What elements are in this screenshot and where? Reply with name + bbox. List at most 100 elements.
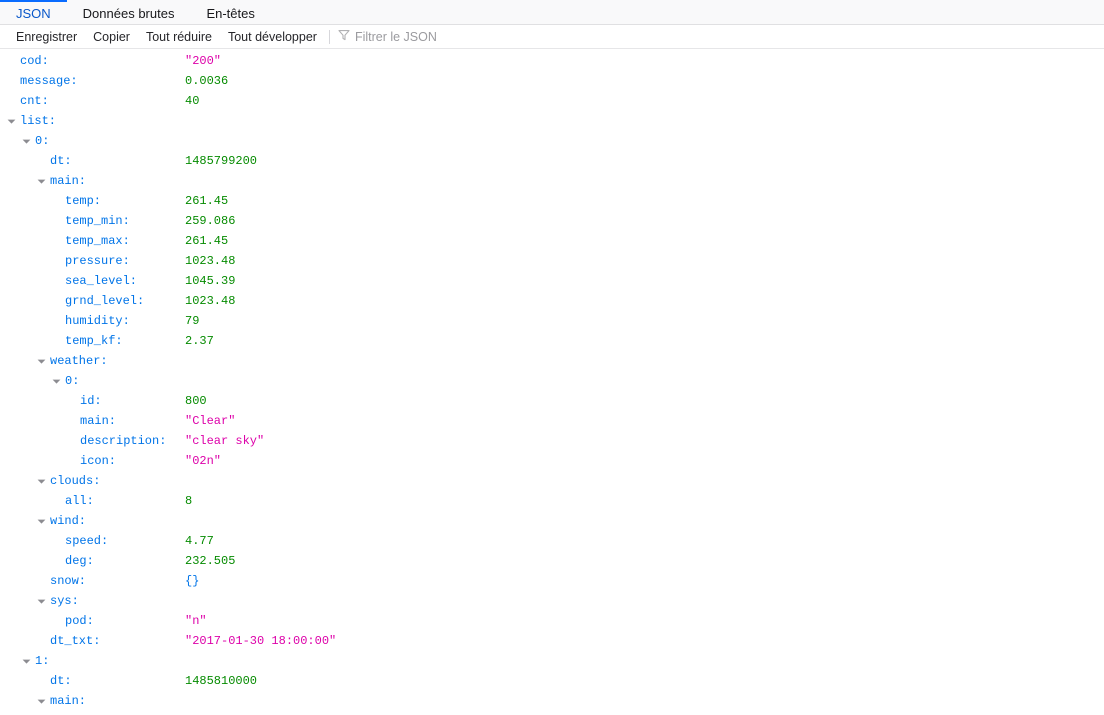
json-key: speed: (65, 534, 109, 548)
json-row[interactable]: id: 800 (0, 391, 1104, 411)
json-row[interactable]: speed: 4.77 (0, 531, 1104, 551)
filter-input[interactable] (354, 29, 595, 44)
json-row[interactable]: main: (0, 691, 1104, 711)
json-row[interactable]: temp_kf: 2.37 (0, 331, 1104, 351)
json-key: dt: (50, 154, 72, 168)
json-key: main: (50, 694, 87, 708)
tab-headers[interactable]: En-têtes (190, 0, 270, 24)
expand-all-button[interactable]: Tout développer (220, 26, 325, 48)
json-key: wind: (50, 514, 87, 528)
save-button[interactable]: Enregistrer (8, 26, 85, 48)
json-value: "2017-01-30 18:00:00" (185, 634, 337, 648)
json-row[interactable]: 0: (0, 131, 1104, 151)
copy-button[interactable]: Copier (85, 26, 138, 48)
json-value: 232.505 (185, 554, 236, 568)
json-row[interactable]: grnd_level: 1023.48 (0, 291, 1104, 311)
json-key: sea_level: (65, 274, 138, 288)
json-row[interactable]: all: 8 (0, 491, 1104, 511)
json-row[interactable]: list: (0, 111, 1104, 131)
json-row[interactable]: deg: 232.505 (0, 551, 1104, 571)
json-key: dt_txt: (50, 634, 101, 648)
json-row[interactable]: 0: (0, 371, 1104, 391)
json-row[interactable]: humidity: 79 (0, 311, 1104, 331)
json-key: main: (80, 414, 117, 428)
json-key: pressure: (65, 254, 130, 268)
json-row[interactable]: cnt: 40 (0, 91, 1104, 111)
json-key: icon: (80, 454, 117, 468)
toolbar-separator (328, 29, 330, 44)
json-key: 1: (35, 654, 50, 668)
json-value: 259.086 (185, 214, 236, 228)
json-key: humidity: (65, 314, 130, 328)
json-row[interactable]: main: (0, 171, 1104, 191)
json-key: all: (65, 494, 94, 508)
json-value: 261.45 (185, 234, 229, 248)
json-value: "clear sky" (185, 434, 265, 448)
json-value: 79 (185, 314, 200, 328)
json-key: temp_kf: (65, 334, 123, 348)
json-key: sys: (50, 594, 79, 608)
json-value: "n" (185, 614, 207, 628)
json-key: temp: (65, 194, 102, 208)
twisty-expanded-icon[interactable] (36, 351, 46, 371)
json-key: temp_max: (65, 234, 130, 248)
json-row[interactable]: dt_txt: "2017-01-30 18:00:00" (0, 631, 1104, 651)
json-value: 1045.39 (185, 274, 236, 288)
tab-json[interactable]: JSON (0, 0, 67, 24)
json-value: 2.37 (185, 334, 214, 348)
json-value: 261.45 (185, 194, 229, 208)
json-row[interactable]: sea_level: 1045.39 (0, 271, 1104, 291)
json-key: cod: (20, 54, 49, 68)
json-key: cnt: (20, 94, 49, 108)
json-key: message: (20, 74, 78, 88)
json-key: id: (80, 394, 102, 408)
json-value: "200" (185, 54, 222, 68)
json-row[interactable]: cod: "200" (0, 51, 1104, 71)
json-value: 1023.48 (185, 254, 236, 268)
twisty-expanded-icon[interactable] (36, 691, 46, 711)
twisty-expanded-icon[interactable] (21, 651, 31, 671)
json-value: {} (185, 574, 200, 588)
json-row[interactable]: main: "Clear" (0, 411, 1104, 431)
json-row[interactable]: dt: 1485799200 (0, 151, 1104, 171)
json-row[interactable]: message: 0.0036 (0, 71, 1104, 91)
json-key: main: (50, 174, 87, 188)
json-row[interactable]: dt: 1485810000 (0, 671, 1104, 691)
twisty-expanded-icon[interactable] (21, 131, 31, 151)
collapse-all-button[interactable]: Tout réduire (138, 26, 220, 48)
twisty-expanded-icon[interactable] (36, 471, 46, 491)
json-value: 40 (185, 94, 200, 108)
json-key: 0: (65, 374, 80, 388)
json-tree-panel[interactable]: cod: "200" message: 0.0036 cnt: 40 list: 0: dt: 1… (0, 49, 1104, 714)
json-row[interactable]: pod: "n" (0, 611, 1104, 631)
tab-raw-data[interactable]: Données brutes (67, 0, 191, 24)
json-row[interactable]: temp_max: 261.45 (0, 231, 1104, 251)
json-row[interactable]: pressure: 1023.48 (0, 251, 1104, 271)
json-row[interactable]: clouds: (0, 471, 1104, 491)
json-row[interactable]: 1: (0, 651, 1104, 671)
twisty-expanded-icon[interactable] (36, 591, 46, 611)
json-row[interactable]: icon: "02n" (0, 451, 1104, 471)
json-row[interactable]: weather: (0, 351, 1104, 371)
twisty-expanded-icon[interactable] (36, 171, 46, 191)
json-row[interactable]: temp_min: 259.086 (0, 211, 1104, 231)
twisty-expanded-icon[interactable] (6, 111, 16, 131)
json-value: "Clear" (185, 414, 236, 428)
json-viewer-toolbar: Enregistrer Copier Tout réduire Tout dév… (0, 25, 1104, 49)
json-row[interactable]: snow: {} (0, 571, 1104, 591)
twisty-expanded-icon[interactable] (36, 511, 46, 531)
json-value: 4.77 (185, 534, 214, 548)
json-value: 1485799200 (185, 154, 258, 168)
json-key: pod: (65, 614, 94, 628)
filter-box[interactable] (336, 28, 595, 46)
json-key: list: (20, 114, 57, 128)
json-row[interactable]: wind: (0, 511, 1104, 531)
json-value: "02n" (185, 454, 222, 468)
twisty-expanded-icon[interactable] (51, 371, 61, 391)
json-key: temp_min: (65, 214, 130, 228)
json-value: 1023.48 (185, 294, 236, 308)
json-row[interactable]: sys: (0, 591, 1104, 611)
json-row[interactable]: description: "clear sky" (0, 431, 1104, 451)
json-key: weather: (50, 354, 108, 368)
json-row[interactable]: temp: 261.45 (0, 191, 1104, 211)
